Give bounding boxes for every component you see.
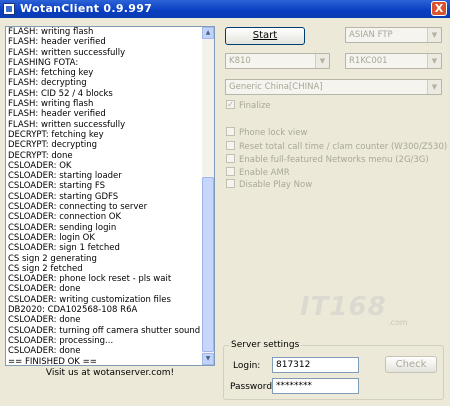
log-line[interactable]: FLASHING FOTA: [6,58,203,68]
window-title: WotanClient 0.9.997 [20,2,153,15]
log-line[interactable]: CSLOADER: login OK [6,233,203,243]
scroll-down-arrow-icon[interactable]: ▼ [202,353,214,365]
chevron-down-icon: ▼ [427,28,441,42]
log-line[interactable]: CSLOADER: starting loader [6,171,203,181]
chevron-down-icon: ▼ [427,80,441,94]
log-line[interactable]: CSLOADER: done [6,346,203,356]
log-line[interactable]: DECRYPT: done [6,151,203,161]
visit-link-text: Visit us at wotanserver.com! [45,368,175,378]
log-lines: FLASH: writing flash FLASH: header verifi… [6,27,203,366]
option-label: Enable AMR [239,168,290,178]
log-line[interactable]: CS sign 2 fetched [6,264,203,274]
firmware-select[interactable]: R1KC001 ▼ [345,53,442,69]
check-button[interactable]: Check [385,356,437,373]
log-line[interactable]: CSLOADER: sign 1 fetched [6,243,203,253]
watermark-logo: IT168 [300,292,387,322]
log-line[interactable]: CSLOADER: processing... [6,336,203,346]
log-line[interactable]: CSLOADER: phone lock reset - pls wait [6,274,203,284]
log-line[interactable]: FLASH: CID 52 / 4 blocks [6,89,203,99]
log-line[interactable]: CSLOADER: done [6,315,203,325]
log-listbox[interactable]: FLASH: writing flash FLASH: header verifi… [5,26,215,366]
scroll-up-arrow-icon[interactable]: ▲ [202,27,214,39]
log-line[interactable]: CSLOADER: connection OK [6,212,203,222]
finalize-label: Finalize [239,101,271,111]
phone-model-select[interactable]: K810 ▼ [225,53,330,69]
log-line[interactable]: CS sign 2 generating [6,254,203,264]
log-line[interactable]: FLASH: header verified [6,37,203,47]
log-line[interactable]: FLASH: writing flash [6,27,203,37]
checkbox-box [226,141,235,150]
log-line[interactable]: CSLOADER: turning off camera shutter sou… [6,326,203,336]
log-line[interactable]: DB2020: CDA102568-108 R6A [6,305,203,315]
log-line[interactable]: == FINISHED OK == [6,357,203,366]
chevron-down-icon: ▼ [427,54,441,68]
log-line[interactable]: CSLOADER: starting GDFS [6,192,203,202]
title-bar[interactable]: WotanClient 0.9.997 X [0,0,450,18]
option-checkbox[interactable]: Reset total call time / clam counter (W3… [226,141,447,153]
region-value: Generic China[CHINA] [229,82,323,92]
log-line[interactable]: DECRYPT: decrypting [6,140,203,150]
start-button-label: Start [252,30,278,41]
log-line[interactable]: CSLOADER: OK [6,161,203,171]
log-line[interactable]: FLASH: decrypting [6,78,203,88]
close-button[interactable]: X [431,1,447,16]
checkbox-box [226,167,235,176]
login-field[interactable]: 817312 [272,357,359,373]
log-line[interactable]: CSLOADER: writing customization files [6,295,203,305]
log-line[interactable]: CSLOADER: connecting to server [6,202,203,212]
option-checkbox[interactable]: Phone lock view [226,127,307,139]
password-label: Password: [230,382,276,392]
login-label: Login: [233,361,261,371]
server-select-value: ASIAN FTP [349,30,393,40]
log-line[interactable]: FLASH: writing flash [6,99,203,109]
option-label: Phone lock view [239,128,308,138]
log-line[interactable]: CSLOADER: done [6,284,203,294]
log-line[interactable]: FLASH: written successfully [6,120,203,130]
option-label: Disable Play Now [239,180,313,190]
chevron-down-icon: ▼ [315,54,329,68]
log-line[interactable]: FLASH: header verified [6,109,203,119]
app-icon [3,3,15,15]
region-select[interactable]: Generic China[CHINA] ▼ [225,79,442,95]
watermark-suffix: .com [388,318,408,327]
option-label: Enable full-featured Networks menu (2G/3… [239,155,429,165]
server-settings-title: Server settings [229,340,302,350]
server-select[interactable]: ASIAN FTP ▼ [345,27,442,43]
log-line[interactable]: CSLOADER: sending login [6,223,203,233]
phone-model-value: K810 [229,56,251,66]
checkbox-box [226,127,235,136]
start-button[interactable]: Start [225,27,305,45]
password-field[interactable]: ******** [272,378,359,394]
log-line[interactable]: FLASH: fetching key [6,68,203,78]
log-line[interactable]: FLASH: written successfully [6,48,203,58]
scroll-thumb[interactable] [202,177,214,352]
firmware-value: R1KC001 [349,56,388,66]
checkmark-icon: ✓ [226,100,235,109]
option-checkbox[interactable]: Disable Play Now [226,179,312,191]
finalize-checkbox[interactable]: ✓ Finalize [226,100,271,112]
log-line[interactable]: CSLOADER: starting FS [6,181,203,191]
checkbox-box [226,179,235,188]
option-checkbox[interactable]: Enable full-featured Networks menu (2G/3… [226,154,429,166]
option-checkbox[interactable]: Enable AMR [226,167,290,179]
option-label: Reset total call time / clam counter (W3… [239,142,448,152]
log-line[interactable]: DECRYPT: fetching key [6,130,203,140]
log-scrollbar[interactable]: ▲ ▼ [202,27,214,365]
checkbox-box [226,154,235,163]
